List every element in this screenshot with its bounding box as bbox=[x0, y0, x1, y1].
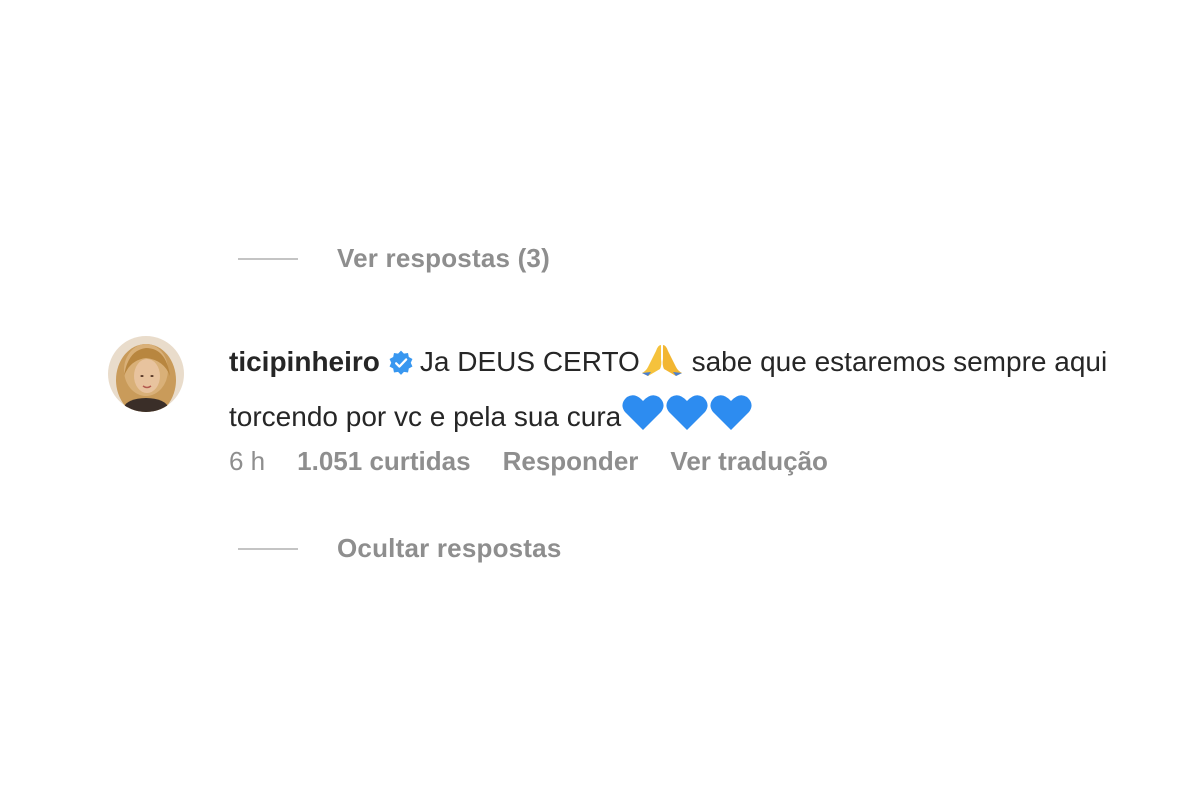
comment-timestamp[interactable]: 6 h bbox=[229, 446, 265, 477]
blue-heart-icon bbox=[709, 392, 753, 447]
reply-button[interactable]: Responder bbox=[503, 446, 639, 477]
avatar[interactable] bbox=[108, 336, 184, 412]
blue-heart-icon bbox=[621, 392, 665, 447]
comment-text-part1: Ja DEUS CERTO bbox=[419, 346, 640, 377]
blue-heart-icon bbox=[665, 392, 709, 447]
replies-divider-line bbox=[238, 547, 298, 550]
hide-replies-label: Ocultar respostas bbox=[337, 533, 562, 563]
comment-username[interactable]: ticipinheiro bbox=[229, 346, 380, 377]
see-translation-button[interactable]: Ver tradução bbox=[670, 446, 828, 477]
view-replies-label: Ver respostas (3) bbox=[337, 243, 550, 273]
replies-divider-line bbox=[238, 257, 298, 260]
verified-badge-icon bbox=[388, 343, 414, 391]
comment-meta: 6 h 1.051 curtidas Responder Ver traduçã… bbox=[229, 446, 860, 477]
likes-count-button[interactable]: 1.051 curtidas bbox=[297, 446, 470, 477]
view-replies-button[interactable]: Ver respostas (3) bbox=[238, 243, 550, 274]
comment-body: ticipinheiro Ja DEUS CERTO sabe que estar… bbox=[229, 338, 1129, 447]
hide-replies-button[interactable]: Ocultar respostas bbox=[238, 533, 562, 564]
avatar-photo bbox=[108, 336, 184, 412]
pray-emoji-icon bbox=[640, 341, 684, 392]
